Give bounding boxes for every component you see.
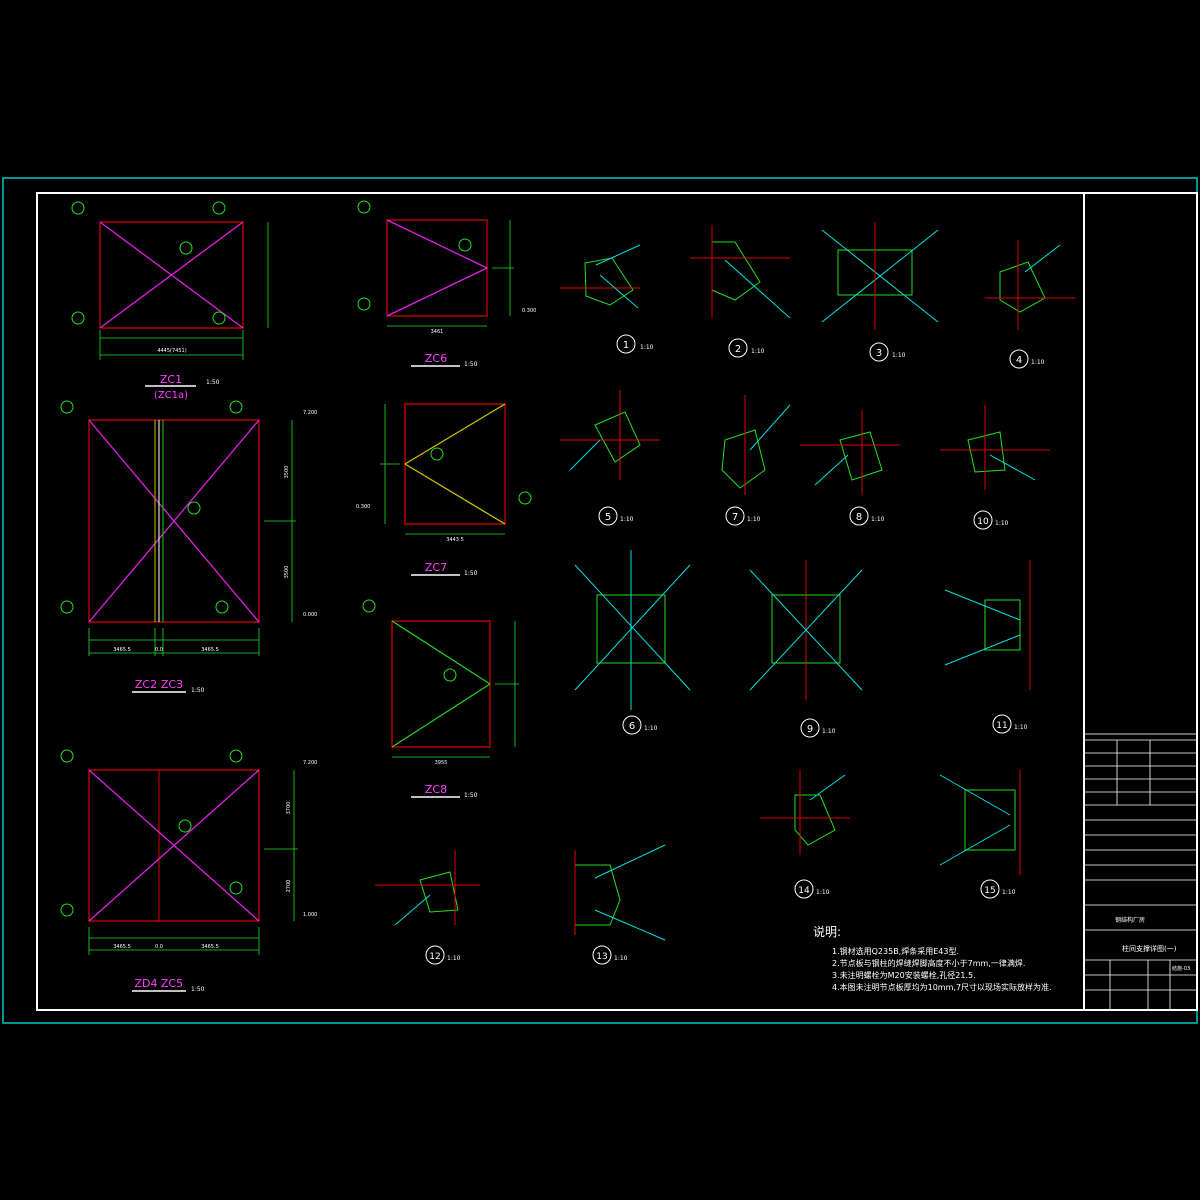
zc7-elev: 0.300 [356, 504, 370, 510]
detail-12-scale: 1:10 [447, 955, 461, 962]
detail-4-scale: 1:10 [1031, 359, 1045, 366]
detail-6-scale: 1:10 [644, 725, 658, 732]
notes-line-2: 2.节点板与钢柱的焊缝焊脚高度不小于7mm,一律满焊. [832, 958, 1025, 968]
detail-11-scale: 1:10 [1014, 724, 1028, 731]
zc4-title-a: ZD4 [134, 977, 157, 990]
cad-drawing: 4445(7451) ZC1 (ZC1a) 1:50 3465.5 0.0 34… [0, 0, 1200, 1200]
zc1-subtitle: (ZC1a) [154, 390, 188, 401]
detail-14-scale: 1:10 [816, 889, 830, 896]
title-block-project: 钢结构厂房 [1115, 916, 1145, 924]
zc8-title: ZC8 [425, 783, 447, 796]
detail-10-scale: 1:10 [995, 520, 1009, 527]
detail-9-num: 9 [807, 724, 813, 735]
zc2-dim-mid: 0.0 [155, 647, 163, 653]
detail-3-scale: 1:10 [892, 352, 906, 359]
zc4-dim-right: 3465.5 [201, 944, 219, 950]
zc4-dim-mid: 0.0 [155, 944, 163, 950]
zc6-title: ZC6 [425, 352, 447, 365]
detail-1-num: 1 [623, 340, 629, 351]
notes-line-1: 1.钢材选用Q235B,焊条采用E43型. [832, 946, 959, 956]
zc2-elev-bottom: 0.000 [303, 612, 317, 618]
detail-2-num: 2 [735, 344, 741, 355]
zc4-dim-left: 3465.5 [113, 944, 131, 950]
detail-3-num: 3 [876, 348, 882, 359]
zc1-scale: 1:50 [206, 379, 220, 386]
zc4-dim-bottom: 2700 [286, 880, 292, 893]
zc6-elev: 0.300 [522, 308, 536, 314]
notes-heading: 说明: [813, 924, 841, 939]
zc2-elev-top: 7.200 [303, 410, 317, 416]
notes-line-4: 4.本图未注明节点板厚均为10mm,7尺寸以现场实际放样为准. [832, 982, 1052, 992]
zc4-scale: 1:50 [191, 986, 205, 993]
detail-10-num: 10 [977, 517, 989, 527]
title-block-drawing-no: 结施-03 [1172, 965, 1190, 972]
detail-7-num: 7 [732, 512, 738, 523]
zc2-dim-bottom: 3500 [284, 566, 290, 579]
zc7-scale: 1:50 [464, 570, 478, 577]
title-block-sheet-title: 柱间支撑详图(一) [1122, 944, 1177, 953]
detail-13-num: 13 [596, 952, 607, 962]
notes-line-3: 3.未注明螺栓为M20安装螺栓,孔径21.5. [832, 970, 976, 980]
zc7-dim: 3443.5 [446, 537, 464, 543]
detail-8-num: 8 [856, 512, 862, 523]
detail-13-scale: 1:10 [614, 955, 628, 962]
detail-7-scale: 1:10 [747, 516, 761, 523]
zc2-title-a: ZC2 [135, 678, 157, 691]
zc4-dim-top: 3700 [286, 802, 292, 815]
zc6-scale: 1:50 [464, 361, 478, 368]
detail-12-num: 12 [429, 952, 440, 962]
zc7-title: ZC7 [425, 561, 447, 574]
detail-15-scale: 1:10 [1002, 889, 1016, 896]
zc2-dim-left: 3465.5 [113, 647, 131, 653]
zc8-dim: 3955 [435, 760, 448, 766]
detail-6-num: 6 [629, 721, 635, 732]
zc4-title-b: ZC5 [161, 977, 183, 990]
detail-14-num: 14 [798, 886, 810, 896]
zc4-elev-top: 7.200 [303, 760, 317, 766]
detail-4-num: 4 [1016, 355, 1022, 366]
detail-9-scale: 1:10 [822, 728, 836, 735]
zc2-dim-right: 3465.5 [201, 647, 219, 653]
detail-15-num: 15 [984, 886, 995, 896]
zc1-dim: 4445(7451) [157, 348, 186, 354]
detail-5-scale: 1:10 [620, 516, 634, 523]
zc6-dim: 3461 [431, 329, 444, 335]
detail-8-scale: 1:10 [871, 516, 885, 523]
detail-5-num: 5 [605, 512, 611, 523]
zc8-scale: 1:50 [464, 792, 478, 799]
zc2-title-b: ZC3 [161, 678, 183, 691]
zc2-scale: 1:50 [191, 687, 205, 694]
zc1-title: ZC1 [160, 373, 182, 386]
zc4-elev-bottom: 1.000 [303, 912, 317, 918]
detail-2-scale: 1:10 [751, 348, 765, 355]
detail-1-scale: 1:10 [640, 344, 654, 351]
zc2-dim-top: 3500 [284, 466, 290, 479]
detail-11-num: 11 [996, 721, 1007, 731]
